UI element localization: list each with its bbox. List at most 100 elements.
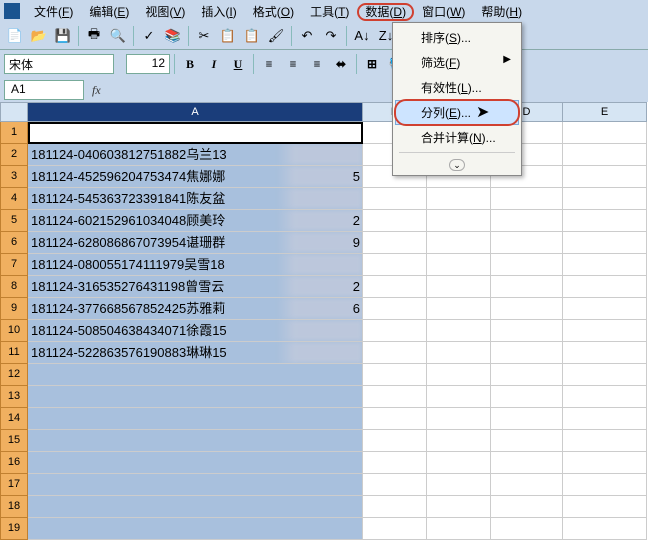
cell-D13[interactable] bbox=[491, 386, 563, 408]
cell-E10[interactable] bbox=[563, 320, 647, 342]
column-header-A[interactable]: A bbox=[28, 102, 363, 122]
cell-A3[interactable]: 181124-452596204753474焦娜娜5 bbox=[28, 166, 363, 188]
cell-E14[interactable] bbox=[563, 408, 647, 430]
cell-D7[interactable] bbox=[491, 254, 563, 276]
cell-D17[interactable] bbox=[491, 474, 563, 496]
cell-B5[interactable] bbox=[363, 210, 427, 232]
dropdown-item-0[interactable]: 排序(S)... bbox=[395, 25, 519, 50]
undo-icon[interactable]: ↶ bbox=[296, 25, 318, 47]
font-select[interactable]: 宋体 bbox=[4, 54, 114, 74]
cell-B16[interactable] bbox=[363, 452, 427, 474]
cell-E13[interactable] bbox=[563, 386, 647, 408]
cell-D15[interactable] bbox=[491, 430, 563, 452]
cell-D14[interactable] bbox=[491, 408, 563, 430]
cell-B6[interactable] bbox=[363, 232, 427, 254]
row-header[interactable]: 4 bbox=[0, 188, 28, 210]
cell-E17[interactable] bbox=[563, 474, 647, 496]
cell-A8[interactable]: 181124-316535276431198曾雪云2 bbox=[28, 276, 363, 298]
italic-button[interactable]: I bbox=[203, 53, 225, 75]
row-header[interactable]: 17 bbox=[0, 474, 28, 496]
cell-E3[interactable] bbox=[563, 166, 647, 188]
row-header[interactable]: 16 bbox=[0, 452, 28, 474]
copy-icon[interactable]: 📋 bbox=[217, 25, 239, 47]
cell-D8[interactable] bbox=[491, 276, 563, 298]
menu-item-4[interactable]: 格式(O) bbox=[245, 3, 302, 21]
open-icon[interactable]: 📂 bbox=[28, 25, 50, 47]
cell-B4[interactable] bbox=[363, 188, 427, 210]
cell-A17[interactable] bbox=[28, 474, 363, 496]
cell-A6[interactable]: 181124-628086867073954谌珊群9 bbox=[28, 232, 363, 254]
cell-D19[interactable] bbox=[491, 518, 563, 540]
row-header[interactable]: 18 bbox=[0, 496, 28, 518]
align-center-button[interactable]: ≡ bbox=[282, 53, 304, 75]
name-box[interactable]: A1 bbox=[4, 80, 84, 100]
underline-button[interactable]: U bbox=[227, 53, 249, 75]
format-painter-icon[interactable]: 🖌 bbox=[265, 25, 287, 47]
sort-asc-icon[interactable]: A↓ bbox=[351, 25, 373, 47]
cell-D4[interactable] bbox=[491, 188, 563, 210]
cell-D16[interactable] bbox=[491, 452, 563, 474]
dropdown-item-1[interactable]: 筛选(F)▶ bbox=[395, 50, 519, 75]
cell-C19[interactable] bbox=[427, 518, 491, 540]
cell-E12[interactable] bbox=[563, 364, 647, 386]
menu-item-7[interactable]: 窗口(W) bbox=[414, 3, 473, 21]
cell-E9[interactable] bbox=[563, 298, 647, 320]
spell-icon[interactable]: ✓ bbox=[138, 25, 160, 47]
dropdown-item-3[interactable]: 分列(E)... bbox=[395, 100, 519, 125]
cell-D5[interactable] bbox=[491, 210, 563, 232]
cell-A9[interactable]: 181124-377668567852425苏雅莉6 bbox=[28, 298, 363, 320]
cell-E15[interactable] bbox=[563, 430, 647, 452]
menu-item-5[interactable]: 工具(T) bbox=[302, 3, 357, 21]
row-header[interactable]: 1 bbox=[0, 122, 28, 144]
cell-B18[interactable] bbox=[363, 496, 427, 518]
row-header[interactable]: 7 bbox=[0, 254, 28, 276]
row-header[interactable]: 2 bbox=[0, 144, 28, 166]
fx-icon[interactable]: fx bbox=[92, 83, 101, 98]
dropdown-item-4[interactable]: 合并计算(N)... bbox=[395, 125, 519, 150]
cell-C15[interactable] bbox=[427, 430, 491, 452]
cell-B9[interactable] bbox=[363, 298, 427, 320]
cell-A4[interactable]: 181124-545363723391841陈友盆 bbox=[28, 188, 363, 210]
cell-A16[interactable] bbox=[28, 452, 363, 474]
cell-B8[interactable] bbox=[363, 276, 427, 298]
row-header[interactable]: 19 bbox=[0, 518, 28, 540]
cell-C10[interactable] bbox=[427, 320, 491, 342]
cell-E18[interactable] bbox=[563, 496, 647, 518]
cell-B14[interactable] bbox=[363, 408, 427, 430]
cell-E19[interactable] bbox=[563, 518, 647, 540]
cell-E7[interactable] bbox=[563, 254, 647, 276]
dropdown-item-2[interactable]: 有效性(L)... bbox=[395, 75, 519, 100]
cut-icon[interactable]: ✂ bbox=[193, 25, 215, 47]
cell-C12[interactable] bbox=[427, 364, 491, 386]
cell-C13[interactable] bbox=[427, 386, 491, 408]
cell-A1[interactable] bbox=[28, 122, 363, 144]
bold-button[interactable]: B bbox=[179, 53, 201, 75]
row-header[interactable]: 15 bbox=[0, 430, 28, 452]
cell-A7[interactable]: 181124-080055174111979吴雪18 bbox=[28, 254, 363, 276]
cell-D10[interactable] bbox=[491, 320, 563, 342]
menu-item-6[interactable]: 数据(D) bbox=[357, 3, 414, 21]
select-all-corner[interactable] bbox=[0, 102, 28, 122]
cell-C17[interactable] bbox=[427, 474, 491, 496]
new-icon[interactable]: 📄 bbox=[4, 25, 26, 47]
row-header[interactable]: 13 bbox=[0, 386, 28, 408]
cell-C4[interactable] bbox=[427, 188, 491, 210]
merge-button[interactable]: ⬌ bbox=[330, 53, 352, 75]
cell-A10[interactable]: 181124-508504638434071徐霞15 bbox=[28, 320, 363, 342]
redo-icon[interactable]: ↷ bbox=[320, 25, 342, 47]
cell-B15[interactable] bbox=[363, 430, 427, 452]
row-header[interactable]: 12 bbox=[0, 364, 28, 386]
cell-A15[interactable] bbox=[28, 430, 363, 452]
cell-D9[interactable] bbox=[491, 298, 563, 320]
cell-A5[interactable]: 181124-602152961034048顾美玲2 bbox=[28, 210, 363, 232]
align-left-button[interactable]: ≡ bbox=[258, 53, 280, 75]
cell-A18[interactable] bbox=[28, 496, 363, 518]
cell-D12[interactable] bbox=[491, 364, 563, 386]
cell-E2[interactable] bbox=[563, 144, 647, 166]
row-header[interactable]: 10 bbox=[0, 320, 28, 342]
research-icon[interactable]: 📚 bbox=[162, 25, 184, 47]
cell-C16[interactable] bbox=[427, 452, 491, 474]
menu-item-8[interactable]: 帮助(H) bbox=[473, 3, 530, 21]
cell-A13[interactable] bbox=[28, 386, 363, 408]
row-header[interactable]: 5 bbox=[0, 210, 28, 232]
